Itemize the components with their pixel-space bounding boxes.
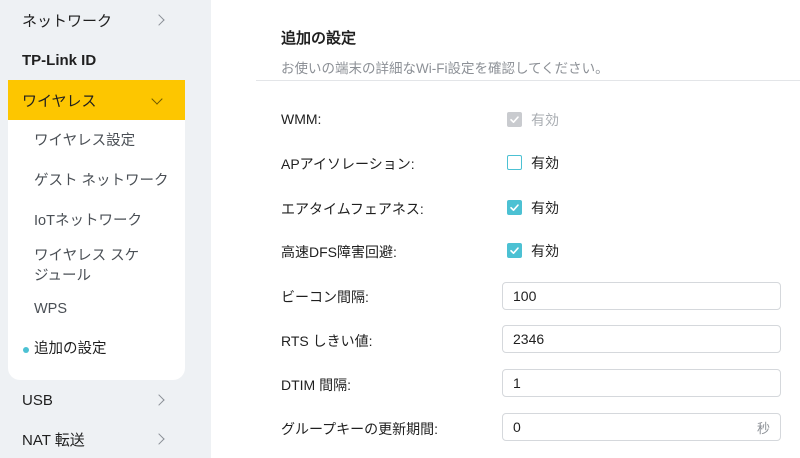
airtime-fairness-option-label: 有効 [531, 200, 559, 216]
rts-threshold-input[interactable]: 2346 [502, 325, 781, 353]
wmm-option-label: 有効 [531, 112, 559, 128]
ap-isolation-checkbox[interactable] [507, 155, 522, 170]
airtime-fairness-checkbox[interactable] [507, 200, 522, 215]
dtim-interval-input[interactable]: 1 [502, 369, 781, 397]
rts-threshold-value: 2346 [513, 331, 545, 347]
unit-label: 秒 [756, 420, 770, 436]
chevron-right-icon [153, 433, 165, 445]
sidebar-item-label: NAT 転送 [22, 431, 85, 449]
sidebar-item-nat[interactable]: NAT 転送 [8, 419, 185, 458]
dfs-label: 高速DFS障害回避: [281, 244, 397, 260]
sidebar-subitem-wireless-settings[interactable]: ワイヤレス設定 [34, 131, 135, 151]
sidebar: ネットワーク TP-Link ID ワイヤレス ワイヤレス設定 ゲスト ネットワ… [0, 0, 196, 458]
dfs-checkbox[interactable] [507, 243, 522, 258]
chevron-right-icon [153, 394, 165, 406]
chevron-right-icon [153, 14, 165, 26]
section-title: 追加の設定 [281, 30, 357, 47]
check-icon [510, 247, 519, 254]
dtim-interval-label: DTIM 間隔: [281, 377, 351, 393]
dtim-interval-value: 1 [513, 375, 521, 391]
beacon-interval-value: 100 [513, 288, 537, 304]
group-key-period-value: 0 [513, 419, 521, 435]
airtime-fairness-label: エアタイムフェアネス: [281, 201, 424, 217]
sidebar-subitem-advanced[interactable]: 追加の設定 [34, 339, 107, 359]
main-panel: 追加の設定 お使いの端末の詳細なWi-Fi設定を確認してください。 WMM: 有… [211, 0, 800, 458]
sidebar-item-tplink-id[interactable]: TP-Link ID [8, 40, 185, 80]
sidebar-subitem-label: ワイヤレス スケ [34, 248, 140, 264]
sidebar-item-label: ワイヤレス [22, 92, 97, 110]
ap-isolation-option-label: 有効 [531, 155, 559, 171]
sidebar-subitem-iot-network[interactable]: IoTネットワーク [34, 211, 142, 231]
sidebar-subitem-label: ジュール [34, 268, 91, 284]
wmm-checkbox[interactable] [507, 112, 522, 127]
group-key-period-input[interactable]: 0 秒 [502, 413, 781, 441]
group-key-period-label: グループキーの更新期間: [281, 421, 439, 437]
sidebar-item-label: ネットワーク [22, 12, 113, 30]
sidebar-subitem-guest-network[interactable]: ゲスト ネットワーク [34, 171, 169, 191]
section-subtitle: お使いの端末の詳細なWi-Fi設定を確認してください。 [281, 61, 609, 76]
active-bullet-icon [23, 347, 29, 353]
check-icon [510, 116, 519, 123]
divider [256, 80, 800, 81]
wmm-label: WMM: [281, 111, 322, 127]
sidebar-item-usb[interactable]: USB [8, 380, 185, 420]
beacon-interval-input[interactable]: 100 [502, 282, 781, 310]
beacon-interval-label: ビーコン間隔: [281, 289, 369, 305]
ap-isolation-label: APアイソレーション: [281, 156, 415, 172]
sidebar-item-wireless[interactable]: ワイヤレス [8, 80, 185, 120]
sidebar-item-label: TP-Link ID [22, 51, 97, 69]
sidebar-subitem-wireless-schedule[interactable]: ワイヤレス スケ ジュール [34, 246, 139, 286]
chevron-down-icon [151, 93, 163, 105]
sidebar-item-network[interactable]: ネットワーク [8, 0, 185, 40]
sidebar-subitem-wps[interactable]: WPS [34, 299, 67, 319]
check-icon [510, 204, 519, 211]
rts-threshold-label: RTS しきい値: [281, 333, 373, 349]
sidebar-item-label: USB [22, 391, 53, 409]
dfs-option-label: 有効 [531, 243, 559, 259]
